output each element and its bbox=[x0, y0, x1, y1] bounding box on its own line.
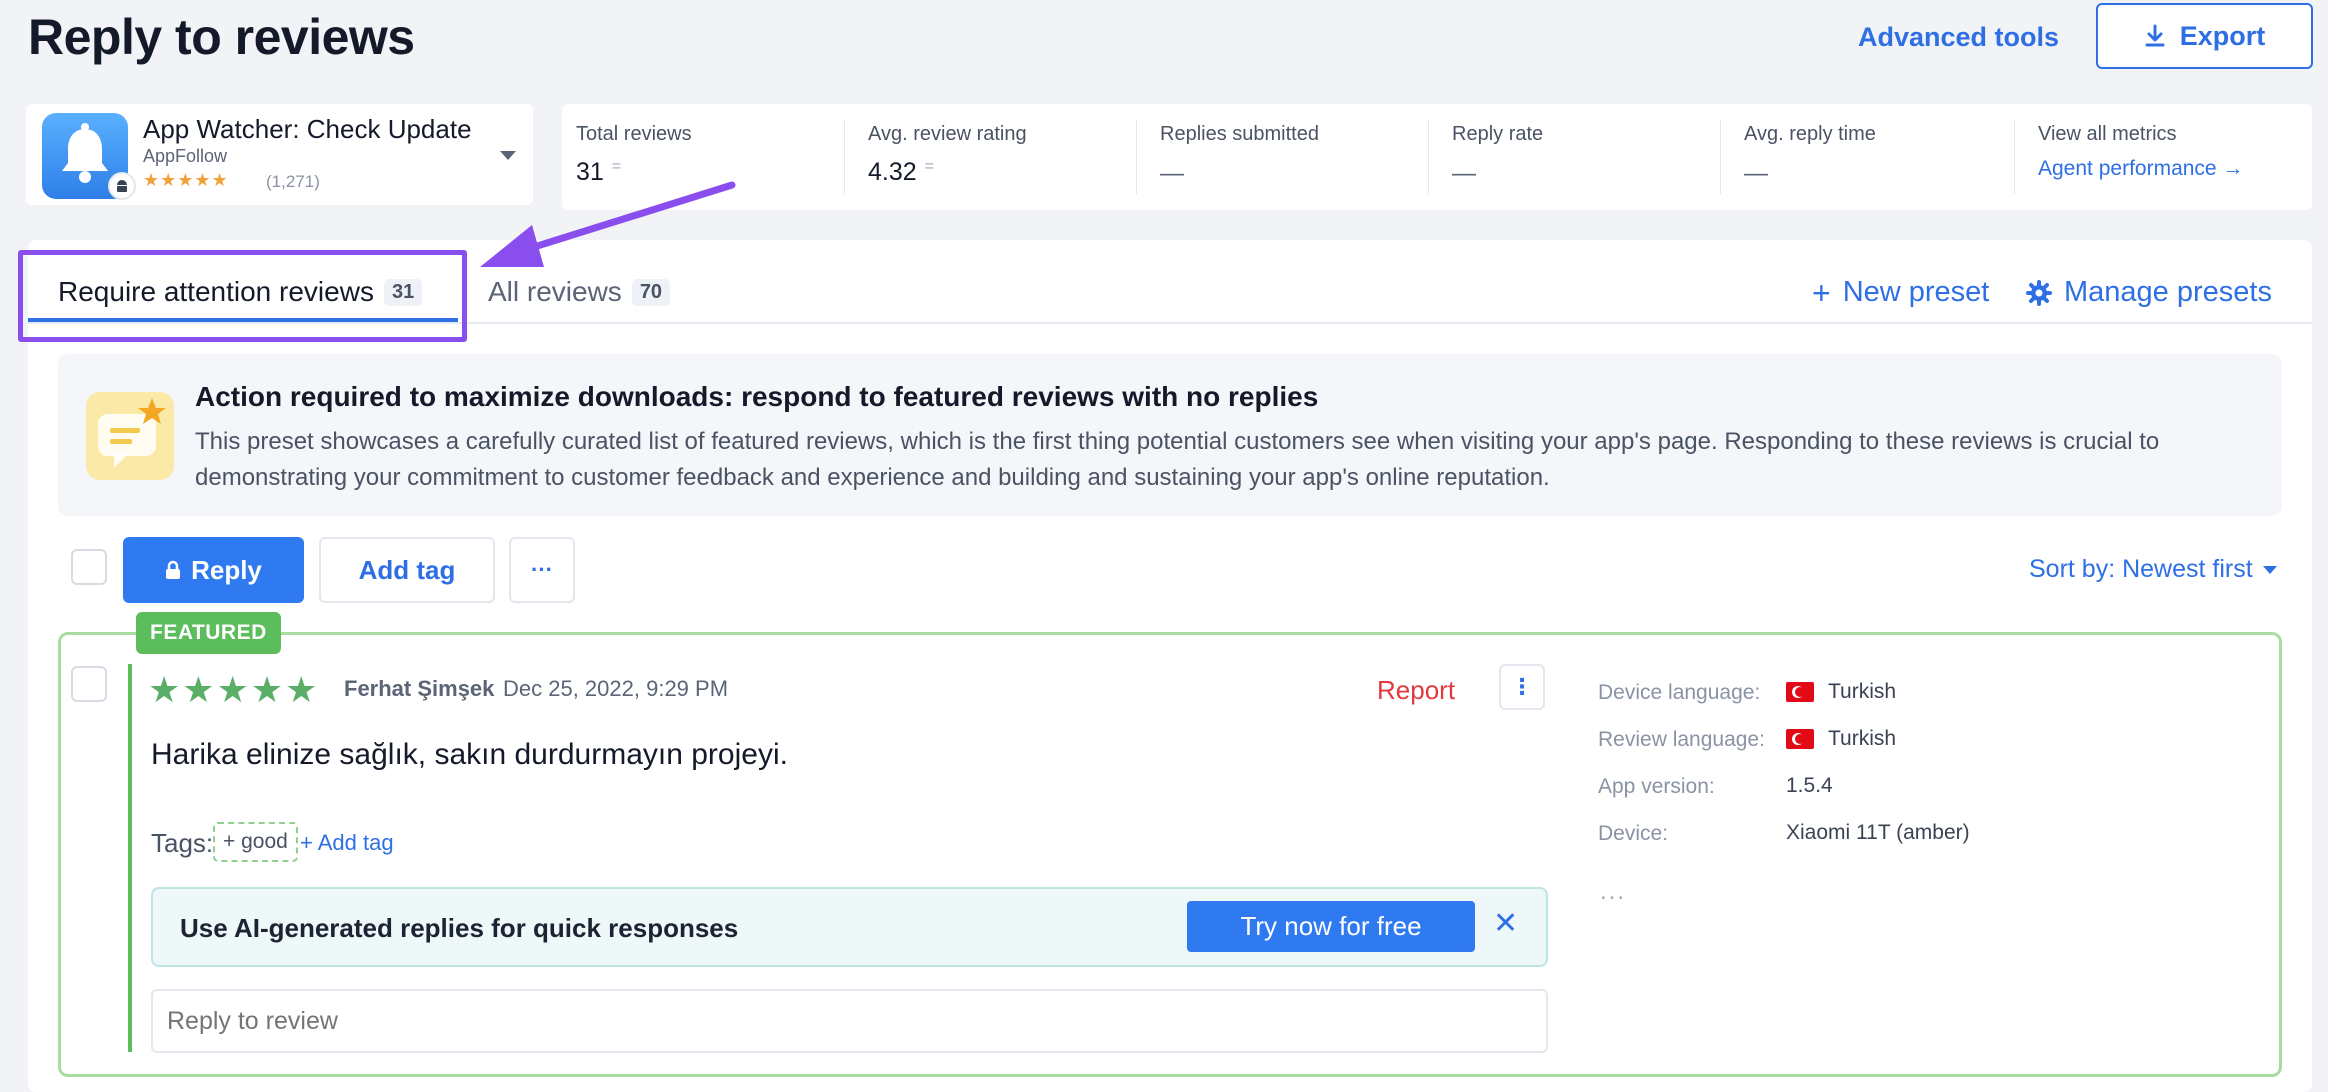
metric-value: — bbox=[1744, 160, 1768, 187]
turkey-flag-icon bbox=[1786, 729, 1814, 749]
meta-label: Device: bbox=[1598, 822, 1669, 845]
reply-input[interactable] bbox=[151, 989, 1548, 1053]
app-rating-stars: ★★★★★ bbox=[143, 170, 229, 190]
review-author: Ferhat Şimşek bbox=[344, 676, 495, 701]
review-accent-bar bbox=[128, 664, 132, 1052]
lock-icon bbox=[166, 560, 181, 579]
chevron-down-icon[interactable] bbox=[500, 151, 516, 160]
annotation-highlight-box bbox=[18, 250, 467, 342]
meta-label: Review language: bbox=[1598, 728, 1765, 751]
tag-chip[interactable]: + good bbox=[213, 822, 298, 862]
metric-view-all: View all metrics Agent performance → bbox=[2024, 104, 2312, 210]
metric-label: Total reviews bbox=[576, 123, 692, 145]
app-rating-count: (1,271) bbox=[266, 172, 320, 191]
metric-value: 4.32 = bbox=[868, 158, 935, 186]
app-developer: AppFollow bbox=[143, 146, 228, 166]
meta-value: Turkish bbox=[1786, 680, 1896, 704]
divider bbox=[1428, 120, 1429, 194]
metric-label: Avg. review rating bbox=[868, 123, 1027, 145]
plus-icon: + bbox=[1812, 274, 1831, 311]
review-text: Harika elinize sağlık, sakın durdurmayın… bbox=[151, 738, 788, 771]
tab-label: All reviews bbox=[488, 276, 622, 307]
gear-icon bbox=[2026, 279, 2052, 306]
close-icon[interactable]: ✕ bbox=[1493, 906, 1518, 941]
divider bbox=[844, 120, 845, 194]
sort-dropdown[interactable]: Sort by: Newest first bbox=[2029, 555, 2277, 584]
meta-value: Xiaomi 11T (amber) bbox=[1786, 821, 1970, 844]
agent-performance-link[interactable]: Agent performance → bbox=[2038, 157, 2243, 181]
meta-value: 1.5.4 bbox=[1786, 774, 1833, 797]
android-icon bbox=[108, 172, 136, 200]
review-date: Dec 25, 2022, 9:29 PM bbox=[503, 676, 729, 701]
annotation-arrow-icon bbox=[480, 181, 736, 267]
banner-title: Action required to maximize downloads: r… bbox=[195, 381, 1319, 412]
manage-presets-label: Manage presets bbox=[2064, 276, 2272, 308]
new-preset-label: New preset bbox=[1842, 276, 1990, 308]
metric-value: — bbox=[1452, 160, 1476, 187]
metric-label: Reply rate bbox=[1452, 123, 1544, 145]
download-icon bbox=[2145, 24, 2165, 47]
meta-value: Turkish bbox=[1786, 727, 1896, 751]
page-title: Reply to reviews bbox=[28, 9, 415, 65]
advanced-tools-link[interactable]: Advanced tools bbox=[1858, 22, 2059, 53]
meta-label: App version: bbox=[1598, 775, 1715, 798]
divider bbox=[1720, 120, 1721, 194]
metric-label: View all metrics bbox=[2038, 123, 2177, 145]
add-tag-link[interactable]: + Add tag bbox=[300, 830, 394, 856]
try-now-button[interactable]: Try now for free bbox=[1187, 901, 1475, 952]
chevron-down-icon bbox=[2262, 565, 2277, 574]
metric-label: Replies submitted bbox=[1160, 123, 1319, 145]
metric-reply-rate: Reply rate — bbox=[1438, 104, 1728, 210]
meta-label: Device language: bbox=[1598, 681, 1761, 704]
trend-indicator: = bbox=[924, 158, 935, 175]
review-checkbox[interactable] bbox=[71, 666, 107, 702]
metric-label: Avg. reply time bbox=[1744, 123, 1876, 145]
new-preset-button[interactable]: + New preset bbox=[1812, 276, 1989, 309]
report-link[interactable]: Report bbox=[1377, 675, 1455, 706]
review-options-button[interactable]: ⋮ bbox=[1499, 664, 1545, 710]
app-name: App Watcher: Check Update bbox=[143, 114, 472, 144]
export-label: Export bbox=[2179, 20, 2266, 51]
metric-value: — bbox=[1160, 160, 1184, 187]
manage-presets-button[interactable]: Manage presets bbox=[2026, 276, 2272, 309]
metrics-bar: Total reviews 31 = Avg. review rating 4.3… bbox=[562, 104, 2312, 210]
chat-star-icon bbox=[86, 392, 174, 480]
metric-avg-reply-time: Avg. reply time — bbox=[1730, 104, 2020, 210]
metric-avg-rating: Avg. review rating 4.32 = bbox=[854, 104, 1144, 210]
banner-description: This preset showcases a carefully curate… bbox=[195, 428, 2160, 491]
ai-suggestion-text: Use AI-generated replies for quick respo… bbox=[180, 913, 739, 943]
review-rating-stars: ★★★★★ bbox=[148, 669, 320, 710]
trend-indicator: = bbox=[611, 158, 622, 175]
app-selector[interactable]: App Watcher: Check Update AppFollow ★★★★… bbox=[26, 104, 533, 205]
metric-replies-submitted: Replies submitted — bbox=[1146, 104, 1436, 210]
tab-count-badge: 70 bbox=[631, 278, 671, 306]
tags-label: Tags: bbox=[151, 828, 214, 858]
divider bbox=[1136, 120, 1137, 194]
select-all-checkbox[interactable] bbox=[71, 549, 107, 585]
sort-label: Sort by: Newest first bbox=[2029, 555, 2253, 583]
more-meta-button[interactable]: ... bbox=[1600, 878, 1626, 906]
add-tag-button[interactable]: Add tag bbox=[319, 537, 495, 603]
tab-all-reviews[interactable]: All reviews 70 bbox=[488, 276, 671, 308]
export-button[interactable]: Export bbox=[2096, 3, 2313, 69]
reply-label: Reply bbox=[191, 554, 262, 585]
featured-badge: FEATURED bbox=[136, 612, 281, 654]
reply-button[interactable]: Reply bbox=[123, 537, 304, 603]
turkey-flag-icon bbox=[1786, 682, 1814, 702]
more-actions-button[interactable]: ··· bbox=[509, 537, 575, 603]
divider bbox=[2014, 120, 2015, 194]
